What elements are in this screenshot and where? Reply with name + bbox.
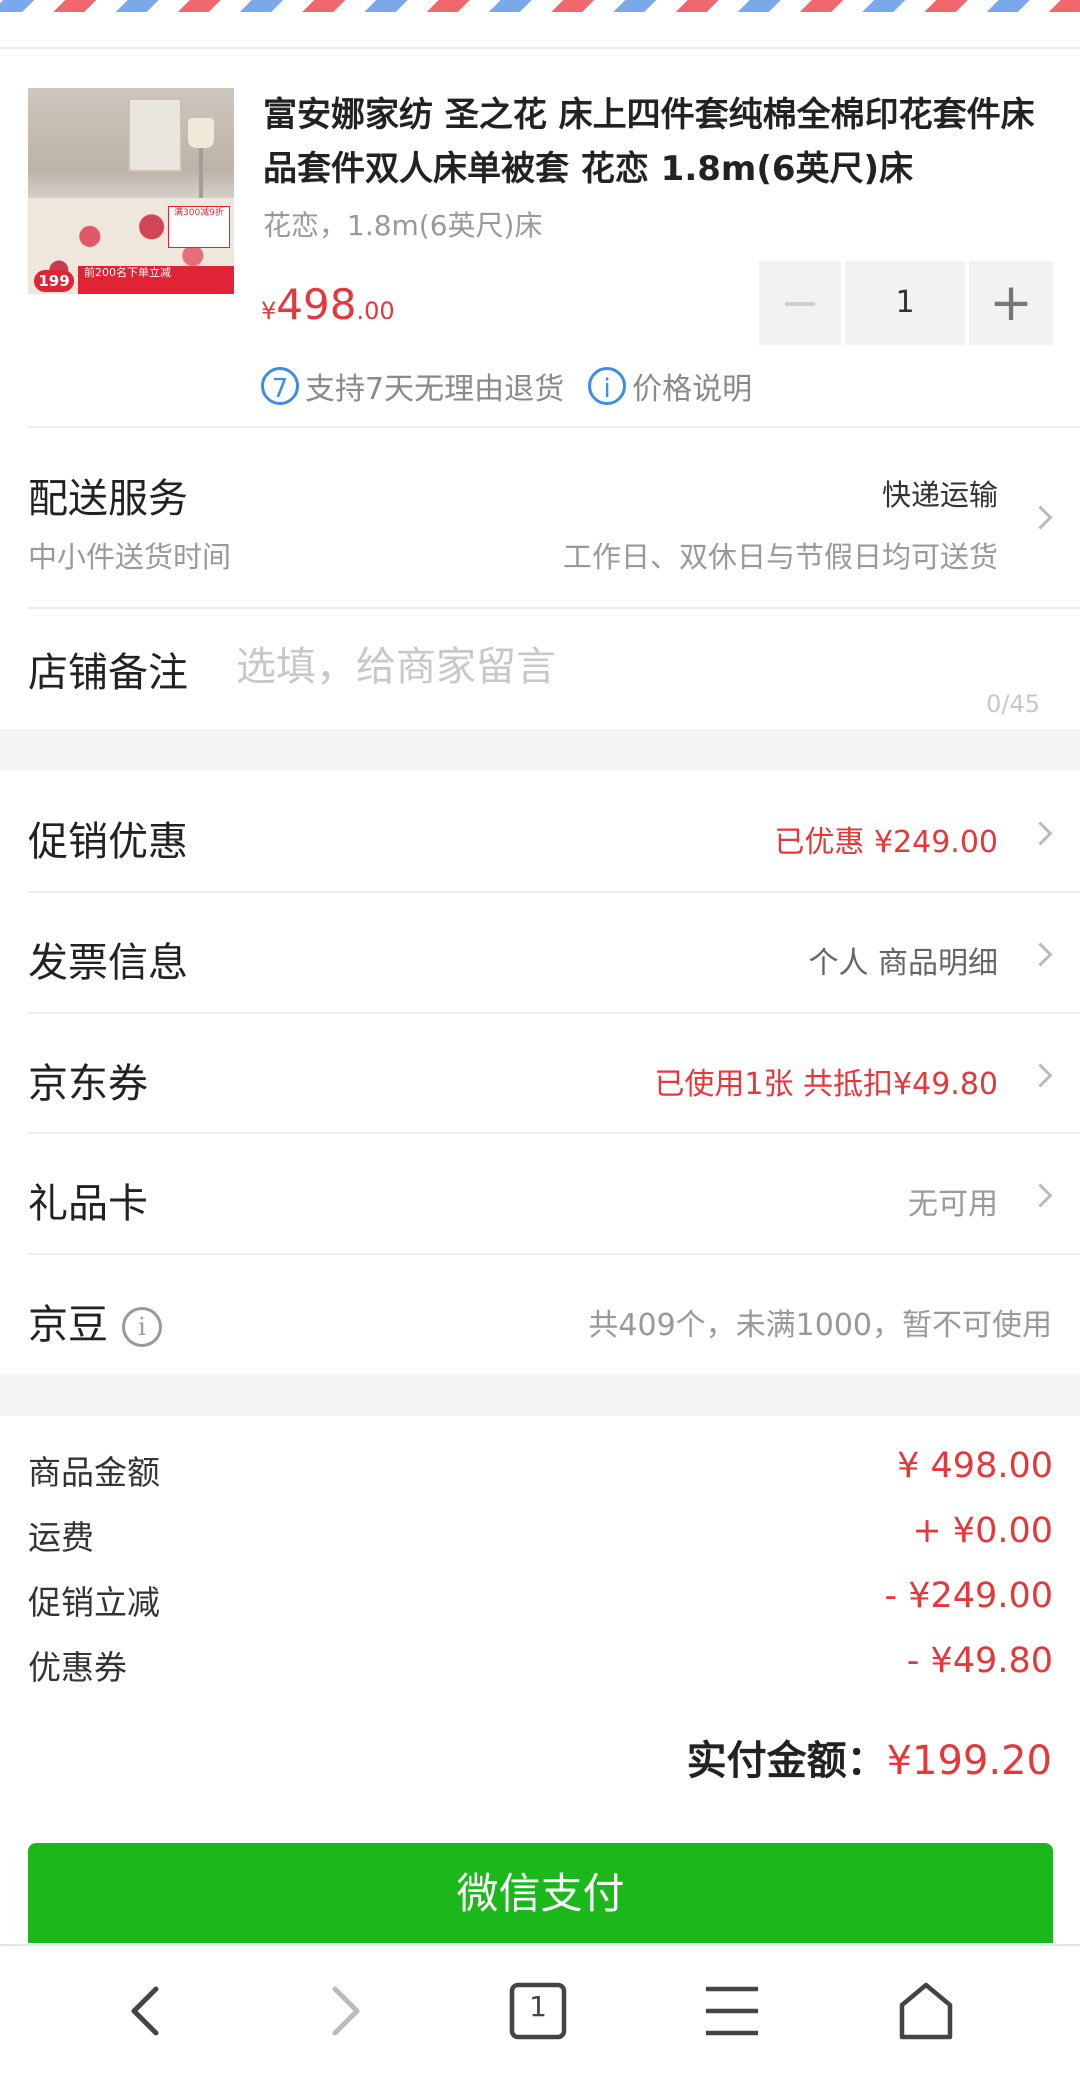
forward-button[interactable] — [283, 1946, 403, 2076]
invoice-row[interactable]: 发票信息 个人 商品明细 — [0, 892, 1080, 1012]
store-note-input[interactable] — [234, 636, 1018, 698]
home-icon — [899, 1982, 953, 2040]
menu-button[interactable] — [672, 1946, 792, 2076]
price-currency: ¥ — [261, 297, 277, 325]
promotion-value: 已优惠 ¥249.00 — [774, 825, 998, 860]
summary-label: 促销立减 — [28, 1583, 160, 1622]
product-card[interactable]: 满300减9折 前200名下单立减 199 富安娜家纺 圣之花 床上四件套纯棉全… — [0, 50, 1080, 426]
jingdou-label-group: 京豆 i — [28, 1292, 162, 1350]
jd-coupon-label: 京东券 — [28, 1061, 148, 1107]
product-spec: 花恋，1.8m(6英尺)床 — [263, 209, 543, 242]
total-label: 实付金额： — [686, 1738, 887, 1784]
airmail-stripe-border — [0, 0, 1080, 12]
forward-icon — [332, 1986, 360, 2036]
return-policy-text[interactable]: 支持7天无理由退货 — [305, 372, 564, 407]
delivery-schedule: 工作日、双休日与节假日均可送货 — [562, 540, 998, 574]
tabs-button[interactable]: 1 — [478, 1946, 598, 2076]
product-thumbnail[interactable]: 满300减9折 前200名下单立减 199 — [28, 88, 234, 294]
invoice-label: 发票信息 — [28, 940, 188, 986]
summary-label: 商品金额 — [28, 1453, 160, 1492]
chevron-right-icon — [1028, 1183, 1053, 1208]
summary-value: ¥ 498.00 — [897, 1446, 1053, 1486]
back-button[interactable] — [88, 1946, 208, 2076]
product-price: ¥498.00 — [261, 280, 395, 329]
gift-card-row[interactable]: 礼品卡 无可用 — [0, 1133, 1080, 1253]
store-note-label: 店铺备注 — [28, 650, 188, 696]
increase-quantity-button[interactable]: + — [969, 261, 1053, 345]
decrease-quantity-button[interactable]: − — [759, 261, 841, 345]
invoice-value: 个人 商品明细 — [808, 946, 998, 981]
gift-card-value: 无可用 — [908, 1187, 998, 1222]
jingdou-row: 京豆 i 共409个，未满1000，暂不可使用 — [0, 1254, 1080, 1374]
chevron-right-icon — [1028, 821, 1053, 846]
price-decimal: .00 — [356, 297, 395, 325]
summary-line: 优惠券 - ¥49.80 — [28, 1641, 1053, 1691]
thumb-tag: 满300减9折 — [168, 206, 230, 248]
summary-label: 优惠券 — [28, 1648, 127, 1687]
divider — [28, 607, 1080, 609]
summary-line: 商品金额 ¥ 498.00 — [28, 1446, 1053, 1496]
chevron-right-icon — [1028, 1063, 1053, 1088]
thumb-lamp — [188, 118, 214, 148]
back-icon — [131, 1986, 159, 2036]
delivery-subtitle: 中小件送货时间 — [28, 540, 232, 574]
info-icon[interactable]: i — [122, 1307, 162, 1347]
delivery-title: 配送服务 — [28, 476, 188, 522]
section-gap — [0, 1374, 1080, 1416]
summary-value: - ¥49.80 — [906, 1641, 1053, 1681]
promotion-label: 促销优惠 — [28, 819, 188, 865]
jd-coupon-value: 已使用1张 共抵扣¥49.80 — [654, 1067, 998, 1102]
price-integer: 498 — [276, 280, 357, 329]
thumb-promo: 前200名下单立减 — [78, 266, 234, 294]
summary-value: + ¥0.00 — [912, 1511, 1053, 1551]
summary-label: 运费 — [28, 1518, 94, 1557]
summary-value: - ¥249.00 — [884, 1576, 1054, 1616]
section-gap — [0, 729, 1080, 771]
thumb-art — [128, 98, 182, 172]
chevron-right-icon — [1028, 942, 1053, 967]
quantity-value[interactable]: 1 — [845, 261, 965, 345]
service-assurances: 7 支持7天无理由退货 i 价格说明 — [261, 364, 752, 407]
jd-coupon-row[interactable]: 京东券 已使用1张 共抵扣¥49.80 — [0, 1013, 1080, 1133]
wechat-pay-button[interactable]: 微信支付 — [28, 1843, 1053, 1943]
divider — [0, 47, 1080, 49]
product-title[interactable]: 富安娜家纺 圣之花 床上四件套纯棉全棉印花套件床品套件双人床单被套 花恋 1.8… — [263, 88, 1053, 196]
jingdou-label: 京豆 — [28, 1302, 108, 1348]
jingdou-value: 共409个，未满1000，暂不可使用 — [588, 1308, 1052, 1343]
home-button[interactable] — [866, 1946, 986, 2076]
divider — [28, 426, 1080, 428]
thumb-price-badge: 199 — [34, 270, 74, 292]
price-info-link[interactable]: 价格说明 — [632, 372, 752, 407]
total-value: ¥199.20 — [886, 1738, 1052, 1784]
menu-icon — [706, 1986, 758, 2036]
promotion-row[interactable]: 促销优惠 已优惠 ¥249.00 — [0, 771, 1080, 891]
store-note-counter: 0/45 — [986, 690, 1040, 718]
quantity-stepper[interactable]: − 1 + — [759, 261, 1053, 345]
chevron-right-icon — [1028, 505, 1053, 530]
summary-line: 运费 + ¥0.00 — [28, 1511, 1053, 1561]
tab-count: 1 — [529, 1990, 547, 2023]
info-icon: i — [588, 367, 627, 405]
delivery-method: 快递运输 — [881, 478, 998, 512]
total-payment: 实付金额：¥199.20 — [687, 1728, 1052, 1786]
seven-day-return-icon: 7 — [261, 367, 299, 405]
summary-line: 促销立减 - ¥249.00 — [28, 1576, 1053, 1626]
gift-card-label: 礼品卡 — [28, 1181, 148, 1227]
browser-nav-bar: 1 — [0, 1944, 1080, 2076]
